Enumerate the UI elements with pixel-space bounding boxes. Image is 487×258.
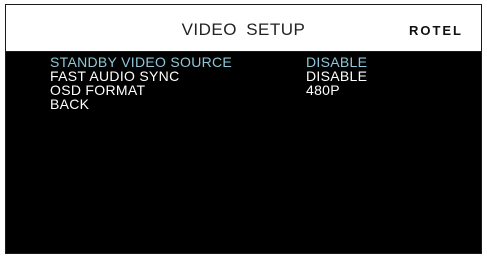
menu-item-label: BACK xyxy=(50,96,90,112)
menu-item-value: 480P xyxy=(306,82,340,98)
menu-item-value: DISABLE xyxy=(306,68,368,84)
menu-item-label: STANDBY VIDEO SOURCE xyxy=(50,54,233,70)
menu-item-label: OSD FORMAT xyxy=(50,82,146,98)
menu-item-value: DISABLE xyxy=(306,54,368,70)
menu-item-back[interactable]: BACK xyxy=(50,97,450,111)
menu-item-label: FAST AUDIO SYNC xyxy=(50,68,180,84)
osd-header: VIDEO SETUP ROTEL xyxy=(6,5,481,52)
osd-screen: VIDEO SETUP ROTEL STANDBY VIDEO SOURCE D… xyxy=(5,4,482,254)
menu-item-osd-format[interactable]: OSD FORMAT 480P xyxy=(50,83,450,97)
menu-item-fast-audio-sync[interactable]: FAST AUDIO SYNC DISABLE xyxy=(50,69,450,83)
setup-menu: STANDBY VIDEO SOURCE DISABLE FAST AUDIO … xyxy=(50,55,450,111)
menu-item-standby-video-source[interactable]: STANDBY VIDEO SOURCE DISABLE xyxy=(50,55,450,69)
rotel-logo: ROTEL xyxy=(408,23,463,38)
